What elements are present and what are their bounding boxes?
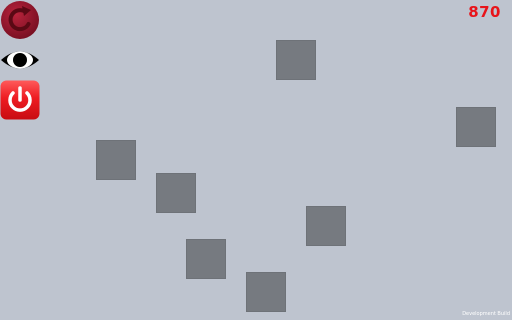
power-button[interactable] xyxy=(0,80,40,120)
score-counter: 870 xyxy=(468,3,501,21)
block-tile[interactable] xyxy=(456,107,496,147)
game-board xyxy=(0,0,512,320)
block-tile[interactable] xyxy=(156,173,196,213)
power-icon xyxy=(0,80,40,120)
block-tile[interactable] xyxy=(96,140,136,180)
eye-icon xyxy=(1,51,39,69)
block-tile[interactable] xyxy=(246,272,286,312)
restart-button[interactable] xyxy=(0,0,40,40)
visibility-toggle-button[interactable] xyxy=(0,40,40,80)
restart-icon xyxy=(1,1,39,39)
block-tile[interactable] xyxy=(276,40,316,80)
block-tile[interactable] xyxy=(306,206,346,246)
development-build-label: Development Build xyxy=(462,311,510,317)
block-tile[interactable] xyxy=(186,239,226,279)
